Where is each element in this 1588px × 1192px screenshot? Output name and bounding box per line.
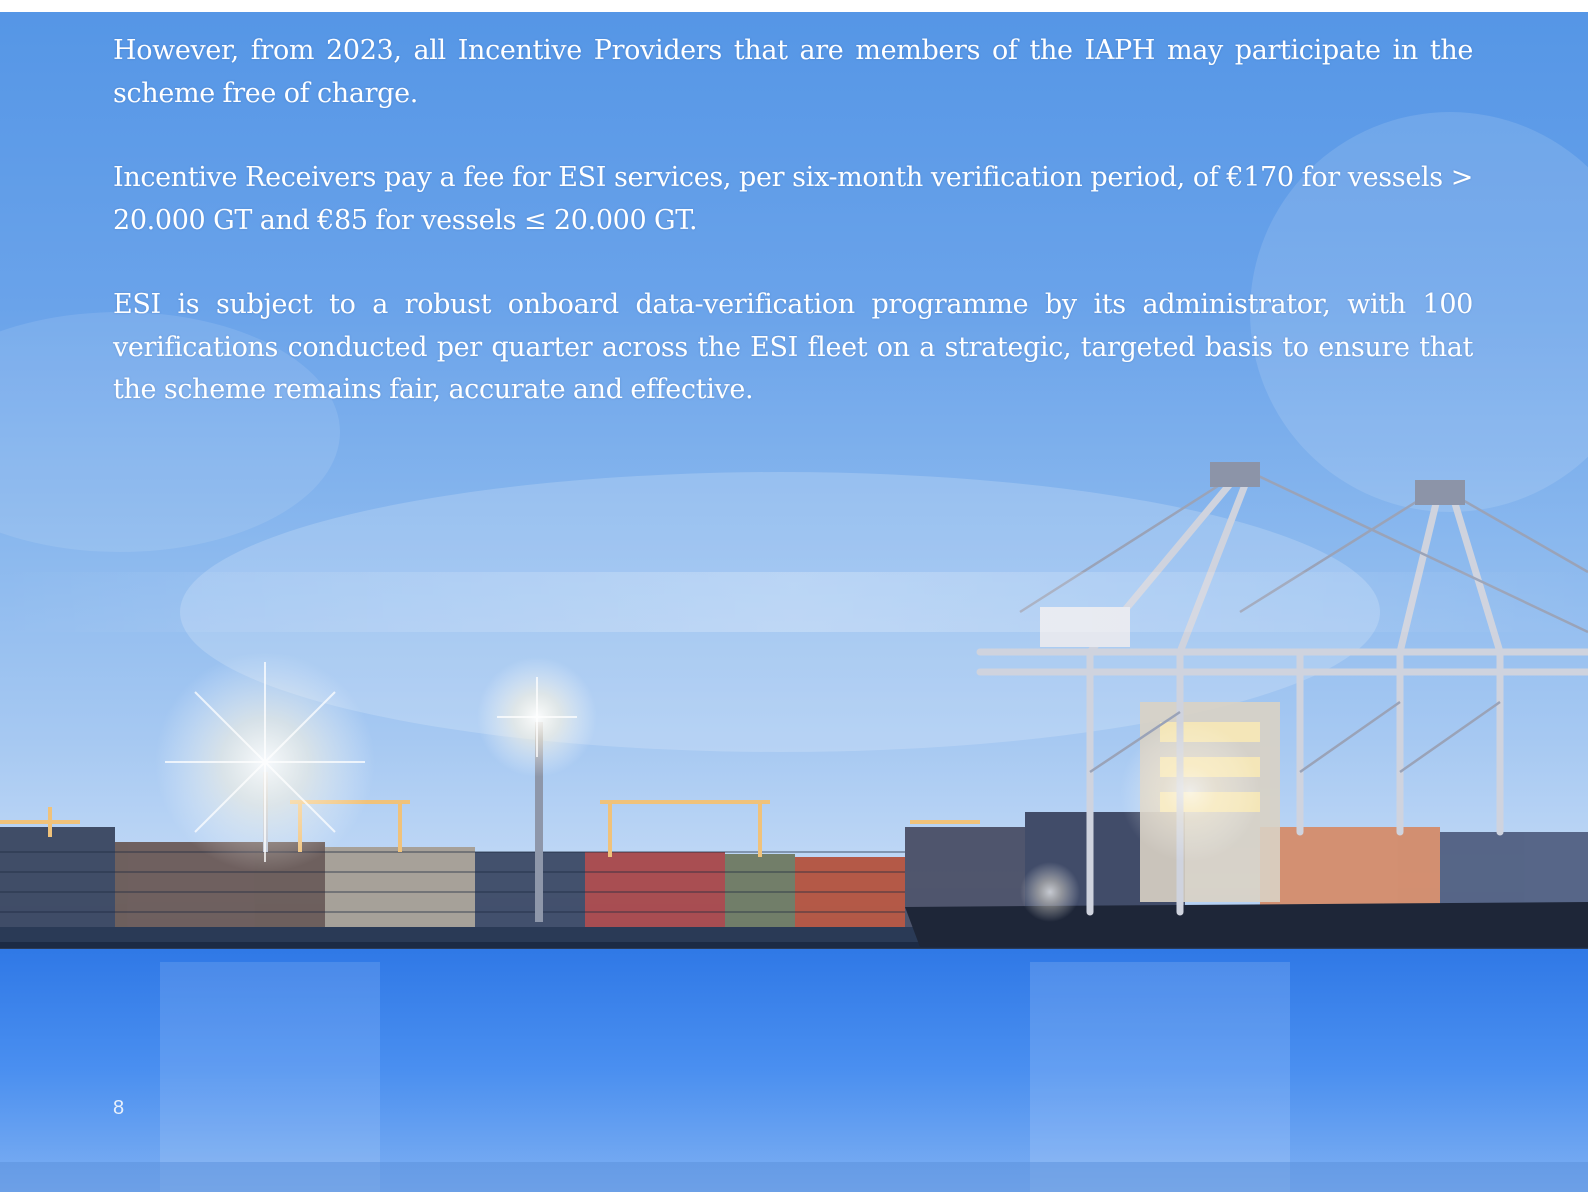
paragraph-incentive-providers: However, from 2023, all Incentive Provid… [113, 35, 1473, 109]
page-number: 8 [113, 1097, 125, 1119]
paragraph-incentive-receivers-fee: Incentive Receivers pay a fee for ESI se… [113, 162, 1473, 236]
body-text: However, from 2023, all Incentive Provid… [113, 30, 1473, 454]
document-page: However, from 2023, all Incentive Provid… [0, 12, 1588, 1192]
paragraph-verification-programme: ESI is subject to a robust onboard data-… [113, 289, 1473, 405]
